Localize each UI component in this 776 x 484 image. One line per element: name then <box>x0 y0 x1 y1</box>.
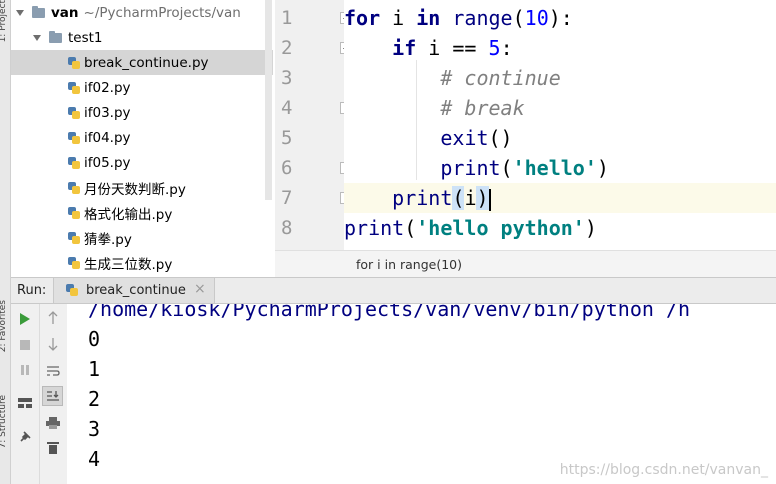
line-number: 3 <box>281 67 293 89</box>
tree-file-item[interactable]: if03.py <box>11 100 273 125</box>
code-line: for i in range(10): <box>344 6 573 30</box>
tree-file-item[interactable]: 生成三位数.py <box>11 250 273 275</box>
console-line: 3 <box>88 417 101 441</box>
root-folder-name: van <box>51 4 79 21</box>
python-file-icon <box>68 181 80 194</box>
console-line: 0 <box>88 327 101 351</box>
chevron-down-icon[interactable] <box>33 34 41 41</box>
run-label: Run: <box>17 283 47 298</box>
left-tool-strip: 1: Project 2: Favorites 7: Structure <box>0 0 11 484</box>
python-file-icon <box>68 81 80 94</box>
code-line: if i == 5: <box>392 36 513 60</box>
tree-file-item[interactable]: if04.py <box>11 125 273 150</box>
line-number: 1 <box>281 7 293 29</box>
run-toolbar-secondary <box>40 304 67 484</box>
pin-icon[interactable] <box>16 428 34 446</box>
breadcrumb[interactable]: for i in range(10) <box>275 250 776 278</box>
arrow-down-icon[interactable] <box>44 335 62 353</box>
file-name: if03.py <box>84 104 131 121</box>
tree-file-item[interactable]: if05.py <box>11 150 273 175</box>
python-file-icon <box>68 206 80 219</box>
run-panel-header: Run: break_continue × <box>11 277 776 304</box>
tree-file-item[interactable]: 月份天数判断.py <box>11 175 273 200</box>
code-line: # break <box>440 96 525 120</box>
console-line: /home/kiosk/PycharmProjects/van/venv/bin… <box>88 304 691 321</box>
tree-file-item[interactable]: 猜拳.py <box>11 225 273 250</box>
file-name: if05.py <box>84 154 131 171</box>
favorites-tool-tab[interactable]: 2: Favorites <box>0 300 8 352</box>
project-tree-panel: van ~/PycharmProjects/van test1 break_co… <box>11 0 273 277</box>
line-number: 7 <box>281 187 293 209</box>
print-icon[interactable] <box>44 414 62 432</box>
code-line: print('hello python') <box>344 216 597 240</box>
line-number: 8 <box>281 217 293 239</box>
file-name: break_continue.py <box>84 54 209 71</box>
line-number: 5 <box>281 127 293 149</box>
tree-file-item[interactable]: if02.py <box>11 75 273 100</box>
rerun-icon[interactable] <box>16 310 34 328</box>
line-number: 4 <box>281 97 293 119</box>
python-file-icon <box>68 131 80 144</box>
project-scrollbar[interactable] <box>265 0 272 200</box>
stop-icon[interactable] <box>16 336 34 354</box>
arrow-up-icon[interactable] <box>44 309 62 327</box>
tree-folder-test1[interactable]: test1 <box>11 25 273 50</box>
folder-icon <box>32 5 45 18</box>
file-name: 格式化输出.py <box>84 206 173 223</box>
soft-wrap-icon[interactable] <box>44 362 62 380</box>
trash-icon[interactable] <box>44 439 62 457</box>
run-console-output[interactable]: /home/kiosk/PycharmProjects/van/venv/bin… <box>68 304 776 484</box>
run-toolbar-primary <box>11 304 40 484</box>
project-tool-tab[interactable]: 1: Project <box>0 0 8 42</box>
tree-file-item[interactable]: break_continue.py <box>11 50 273 75</box>
file-name: 月份天数判断.py <box>84 181 186 198</box>
python-file-icon <box>68 156 80 169</box>
layout-icon[interactable] <box>16 394 34 412</box>
breadcrumb-item[interactable]: for i in range(10) <box>356 257 462 272</box>
console-line: 1 <box>88 357 101 381</box>
file-name: 生成三位数.py <box>84 256 173 273</box>
editor-gutter: 1 2 3 4 5 6 7 8 <box>275 0 352 250</box>
watermark: https://blog.csdn.net/vanvan_ <box>559 462 768 478</box>
console-line: 2 <box>88 387 101 411</box>
tree-root-van[interactable]: van ~/PycharmProjects/van <box>11 0 273 25</box>
code-line: # continue <box>440 66 561 90</box>
file-name: if04.py <box>84 129 131 146</box>
console-line: 4 <box>88 447 101 471</box>
file-name: 猜拳.py <box>84 231 132 248</box>
line-number: 6 <box>281 157 293 179</box>
text-caret <box>488 188 491 211</box>
code-line: exit() <box>440 126 513 150</box>
folder-name: test1 <box>68 29 103 46</box>
tree-file-item[interactable]: 格式化输出.py <box>11 200 273 225</box>
scroll-to-end-icon[interactable] <box>42 386 63 406</box>
folder-icon <box>49 30 62 43</box>
structure-tool-tab[interactable]: 7: Structure <box>0 395 8 449</box>
run-tab[interactable]: break_continue × <box>53 278 215 303</box>
file-name: if02.py <box>84 79 131 96</box>
python-file-icon <box>68 231 80 244</box>
close-icon[interactable]: × <box>194 281 206 297</box>
code-line: print('hello') <box>440 156 609 180</box>
python-file-icon <box>68 256 80 269</box>
code-editor[interactable]: for i in range(10): if i == 5: # continu… <box>344 0 776 250</box>
python-file-icon <box>68 56 80 69</box>
chevron-down-icon[interactable] <box>16 9 24 16</box>
python-file-icon <box>68 106 80 119</box>
line-number: 2 <box>281 37 293 59</box>
run-tab-name: break_continue <box>86 283 186 298</box>
code-line-current: print(i) <box>344 183 776 213</box>
pause-icon[interactable] <box>16 361 34 379</box>
root-folder-path: ~/PycharmProjects/van <box>83 4 241 21</box>
